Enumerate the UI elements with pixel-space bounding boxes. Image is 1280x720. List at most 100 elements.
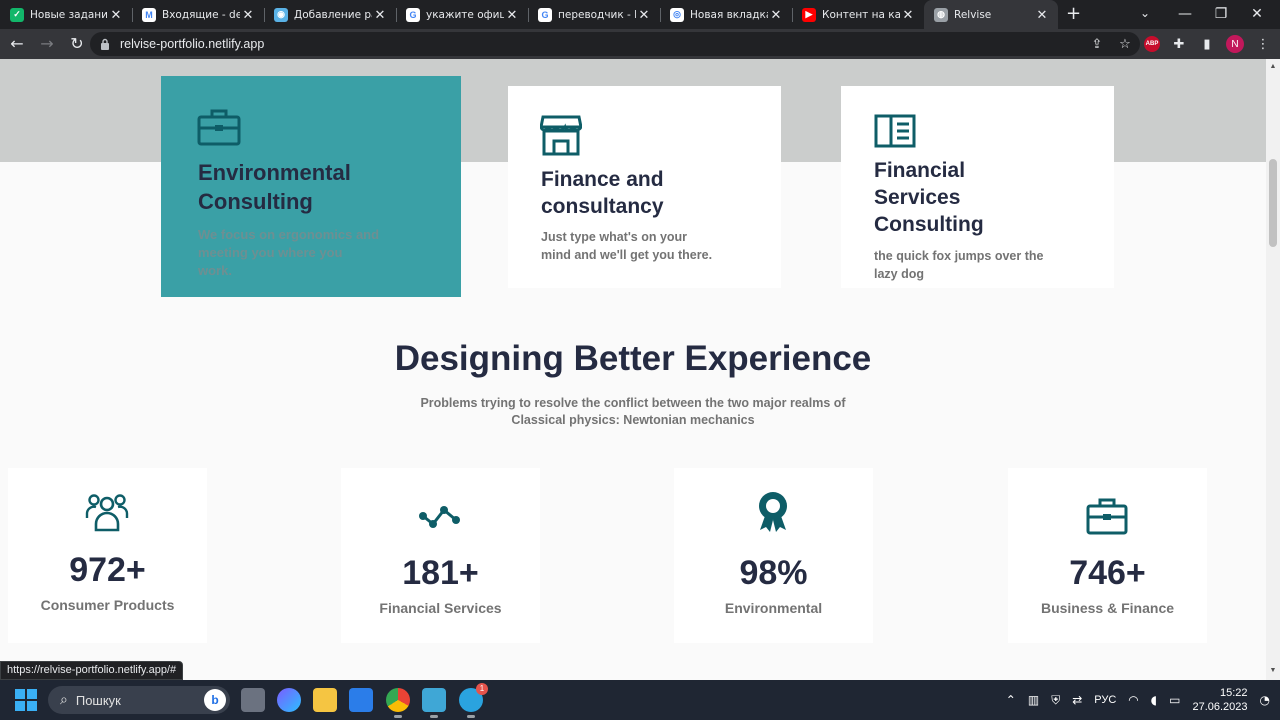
battery-icon[interactable]: ▭ [1169,693,1180,707]
tab-strip: ✓Новые задания✕MВходящие - deve✕◉Добавле… [0,0,1280,29]
card-title: Environmental Consulting [198,158,351,216]
search-icon: ⌕ [60,692,68,708]
arrow-right-icon: → [40,34,54,53]
chrome-icon[interactable] [386,688,410,718]
browser-tab[interactable]: ◍ Relvise ✕ [924,0,1058,29]
browser-tab[interactable]: Gукажите официа✕ [396,0,528,29]
browser-tab[interactable]: Gпереводчик - По✕ [528,0,660,29]
reload-icon: ↻ [70,34,84,53]
tab-close-icon[interactable]: ✕ [1034,7,1050,23]
section-subtitle: Problems trying to resolve the conflict … [400,395,866,429]
calendar-icon[interactable] [349,688,373,712]
security-icon[interactable]: ⛨ [1051,693,1060,708]
tab-title: переводчик - По [558,8,636,21]
arrow-left-icon: ← [10,34,24,53]
file-explorer-icon[interactable] [313,688,337,712]
windows-start-icon[interactable] [15,689,37,711]
service-card-environmental[interactable]: Environmental Consulting We focus on erg… [161,76,461,297]
address-bar[interactable]: relvise-portfolio.netlify.app [90,32,1140,56]
browser-tab[interactable]: ◉ Добавление раб✕ [264,0,396,29]
taskbar-search[interactable]: ⌕ Пошкук b [48,686,230,714]
reload-button[interactable]: ↻ [64,31,90,57]
tab-favicon-icon: ✓ [10,7,24,22]
tab-close-icon[interactable]: ✕ [108,7,124,23]
back-button[interactable]: ← [4,31,30,57]
tab-close-icon[interactable]: ✕ [636,7,652,23]
stat-card-financial-services: 181+ Financial Services [341,468,540,643]
share-button[interactable]: ⇪ [1088,35,1106,53]
stat-card-environmental: 98% Environmental [674,468,873,643]
tab-close-icon[interactable]: ✕ [768,7,784,23]
copilot-icon[interactable] [277,688,301,712]
bing-icon[interactable]: b [204,689,226,711]
browser-tab[interactable]: ◎ Новая вкладка ✕ [660,0,792,29]
service-card-financial-services[interactable]: Financial Services Consulting the quick … [841,86,1114,288]
card-title-line: Environmental [198,160,351,185]
tab-favicon-icon: ◍ [934,7,948,22]
stat-value: 181+ [402,554,479,592]
scroll-down-icon[interactable]: ▼ [1269,667,1277,674]
windows-taskbar: ⌕ Пошкук b 1 ⌃ ▥ ⛨ ⇄ РУС ◠ ◖ ▭ 15:22 27.… [0,680,1280,720]
card-title-line: Financial [874,159,966,182]
close-window-button[interactable]: ✕ [1234,2,1280,26]
stat-value: 746+ [1069,554,1146,592]
browser-tab[interactable]: M Входящие - deve✕ [132,0,264,29]
page-scrollbar[interactable]: ▲ ▼ [1266,59,1280,680]
forward-button[interactable]: → [34,31,60,57]
tab-close-icon[interactable]: ✕ [504,7,520,23]
browser-tab[interactable]: ✓ Новые задания ✕ [0,0,132,29]
adblock-extension-button[interactable]: ABP [1144,36,1160,52]
kebab-menu-icon: ⋮ [1256,36,1270,52]
tab-title: Входящие - deve [162,8,240,21]
service-card-finance[interactable]: Finance and consultancy Just type what's… [508,86,781,288]
stat-card-consumer-products: 972+ Consumer Products [8,468,207,643]
tab-title: Добавление раб [294,8,372,21]
new-tab-button[interactable]: + [1066,3,1081,24]
tab-favicon-icon: M [142,7,156,22]
card-desc-line: the quick fox jumps over the [874,249,1044,263]
card-desc-line: Just type what's on your [541,230,688,244]
settings-sliders-icon[interactable]: ⇄ [1072,693,1082,707]
stat-label: Environmental [724,600,823,616]
clock[interactable]: 15:22 27.06.2023 [1192,686,1247,714]
card-desc-line: lazy dog [874,267,925,281]
extensions-button[interactable]: ✚ [1170,35,1188,53]
tab-favicon-icon: G [538,7,552,22]
close-icon: ✕ [1251,6,1263,22]
tab-close-icon[interactable]: ✕ [900,7,916,23]
tab-close-icon[interactable]: ✕ [372,7,388,23]
card-title-line: Consulting [198,189,313,214]
system-tray: ⌃ ▥ ⛨ ⇄ РУС ◠ ◖ ▭ 15:22 27.06.2023 ◔ [1006,680,1270,720]
card-desc-line: We focus on ergonomics and [198,227,380,242]
notepad-icon[interactable] [422,688,446,718]
card-title: Financial Services Consulting [874,157,984,238]
page-viewport: Environmental Consulting We focus on erg… [0,59,1266,680]
bookmark-button[interactable]: ☆ [1116,35,1134,53]
tab-title: Контент на кана [822,8,900,21]
tab-list: ✓Новые задания✕MВходящие - deve✕◉Добавле… [0,0,1058,29]
language-indicator[interactable]: РУС [1094,694,1116,706]
chevron-up-icon[interactable]: ⌃ [1006,693,1016,707]
notifications-icon[interactable]: ◔ [1260,693,1270,707]
url-text: relvise-portfolio.netlify.app [120,37,265,51]
browser-tab[interactable]: ▶ Контент на кана✕ [792,0,924,29]
users-icon [85,494,129,532]
menu-button[interactable]: ⋮ [1254,35,1272,53]
profile-avatar[interactable]: N [1226,35,1244,53]
stat-label: Business & Finance [1040,600,1175,616]
chevron-down-icon: ⌄ [1140,6,1151,20]
volume-icon[interactable]: ◖ [1151,693,1157,707]
scroll-up-icon[interactable]: ▲ [1269,63,1277,70]
scroll-thumb[interactable] [1269,159,1277,247]
tab-title: укажите официа [426,8,504,21]
card-desc-line: meeting you where you [198,245,343,260]
tab-search-button[interactable]: ⌄ [1140,6,1150,20]
restore-icon: ❐ [1214,6,1228,22]
clock-time: 15:22 [1219,687,1248,699]
side-panel-button[interactable]: ▮ [1198,35,1216,53]
task-view-icon[interactable] [241,688,265,712]
audio-app-icon[interactable]: ▥ [1028,693,1039,707]
telegram-icon[interactable]: 1 [459,683,488,718]
wifi-icon[interactable]: ◠ [1128,693,1138,707]
tab-close-icon[interactable]: ✕ [240,7,256,23]
